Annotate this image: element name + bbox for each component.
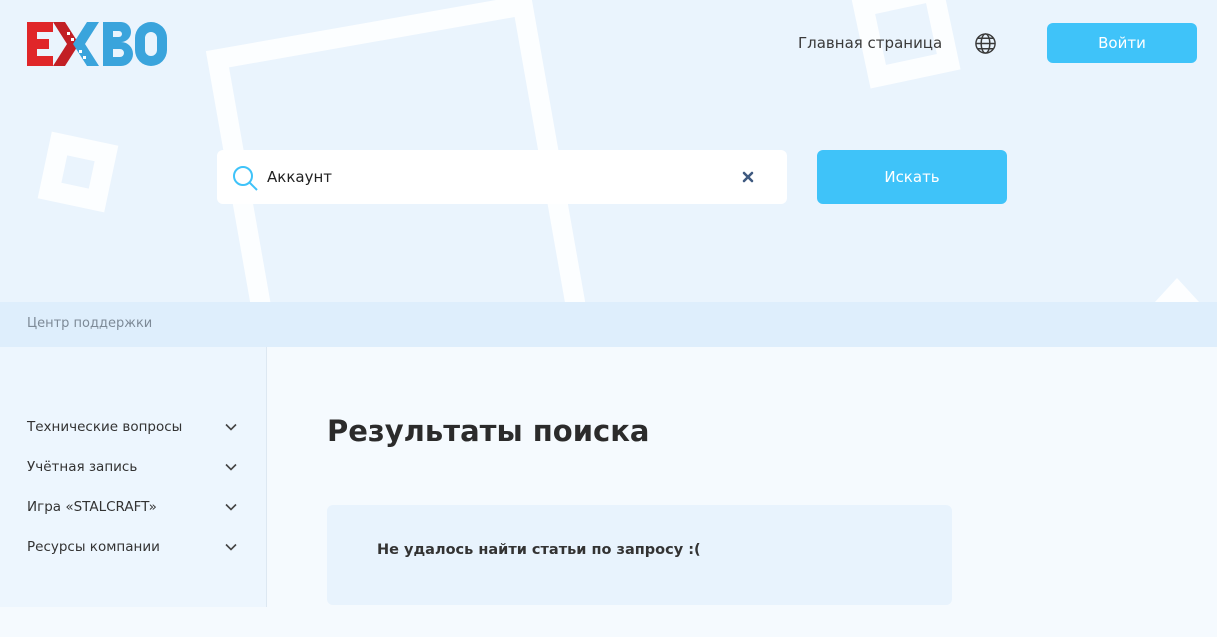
nav-home-link[interactable]: Главная страница [798, 34, 942, 52]
hero-header: Главная страница Войти Искать [0, 0, 1217, 302]
page-title: Результаты поиска [327, 414, 650, 448]
decorative-square [37, 131, 119, 213]
breadcrumb-support-center[interactable]: Центр поддержки [27, 316, 152, 331]
sidebar-item-label: Игра «STALCRAFT» [27, 499, 157, 515]
chevron-down-icon [225, 463, 237, 471]
search-input[interactable] [267, 150, 727, 204]
sidebar-item-technical-questions[interactable]: Технические вопросы [27, 416, 237, 438]
exbo-logo[interactable] [27, 20, 167, 68]
decorative-triangle [1155, 278, 1199, 302]
search-button[interactable]: Искать [817, 150, 1007, 204]
chevron-down-icon [225, 423, 237, 431]
chevron-down-icon [225, 503, 237, 511]
search-box[interactable] [217, 150, 787, 204]
sidebar-item-company-resources[interactable]: Ресурсы компании [27, 536, 237, 558]
search-icon [233, 166, 258, 191]
empty-results-message: Не удалось найти статьи по запросу :( [377, 542, 701, 558]
chevron-down-icon [225, 543, 237, 551]
sidebar: Технические вопросы Учётная запись Игра … [0, 347, 267, 607]
globe-icon[interactable] [974, 32, 997, 55]
sidebar-item-label: Учётная запись [27, 459, 138, 475]
search-results-empty: Не удалось найти статьи по запросу :( [327, 505, 952, 605]
breadcrumb: Центр поддержки [0, 302, 1217, 347]
sidebar-item-account[interactable]: Учётная запись [27, 456, 237, 478]
sidebar-item-label: Технические вопросы [27, 419, 183, 435]
login-button[interactable]: Войти [1047, 23, 1197, 63]
sidebar-item-stalcraft[interactable]: Игра «STALCRAFT» [27, 496, 237, 518]
sidebar-item-label: Ресурсы компании [27, 539, 160, 555]
close-icon[interactable] [741, 170, 755, 184]
